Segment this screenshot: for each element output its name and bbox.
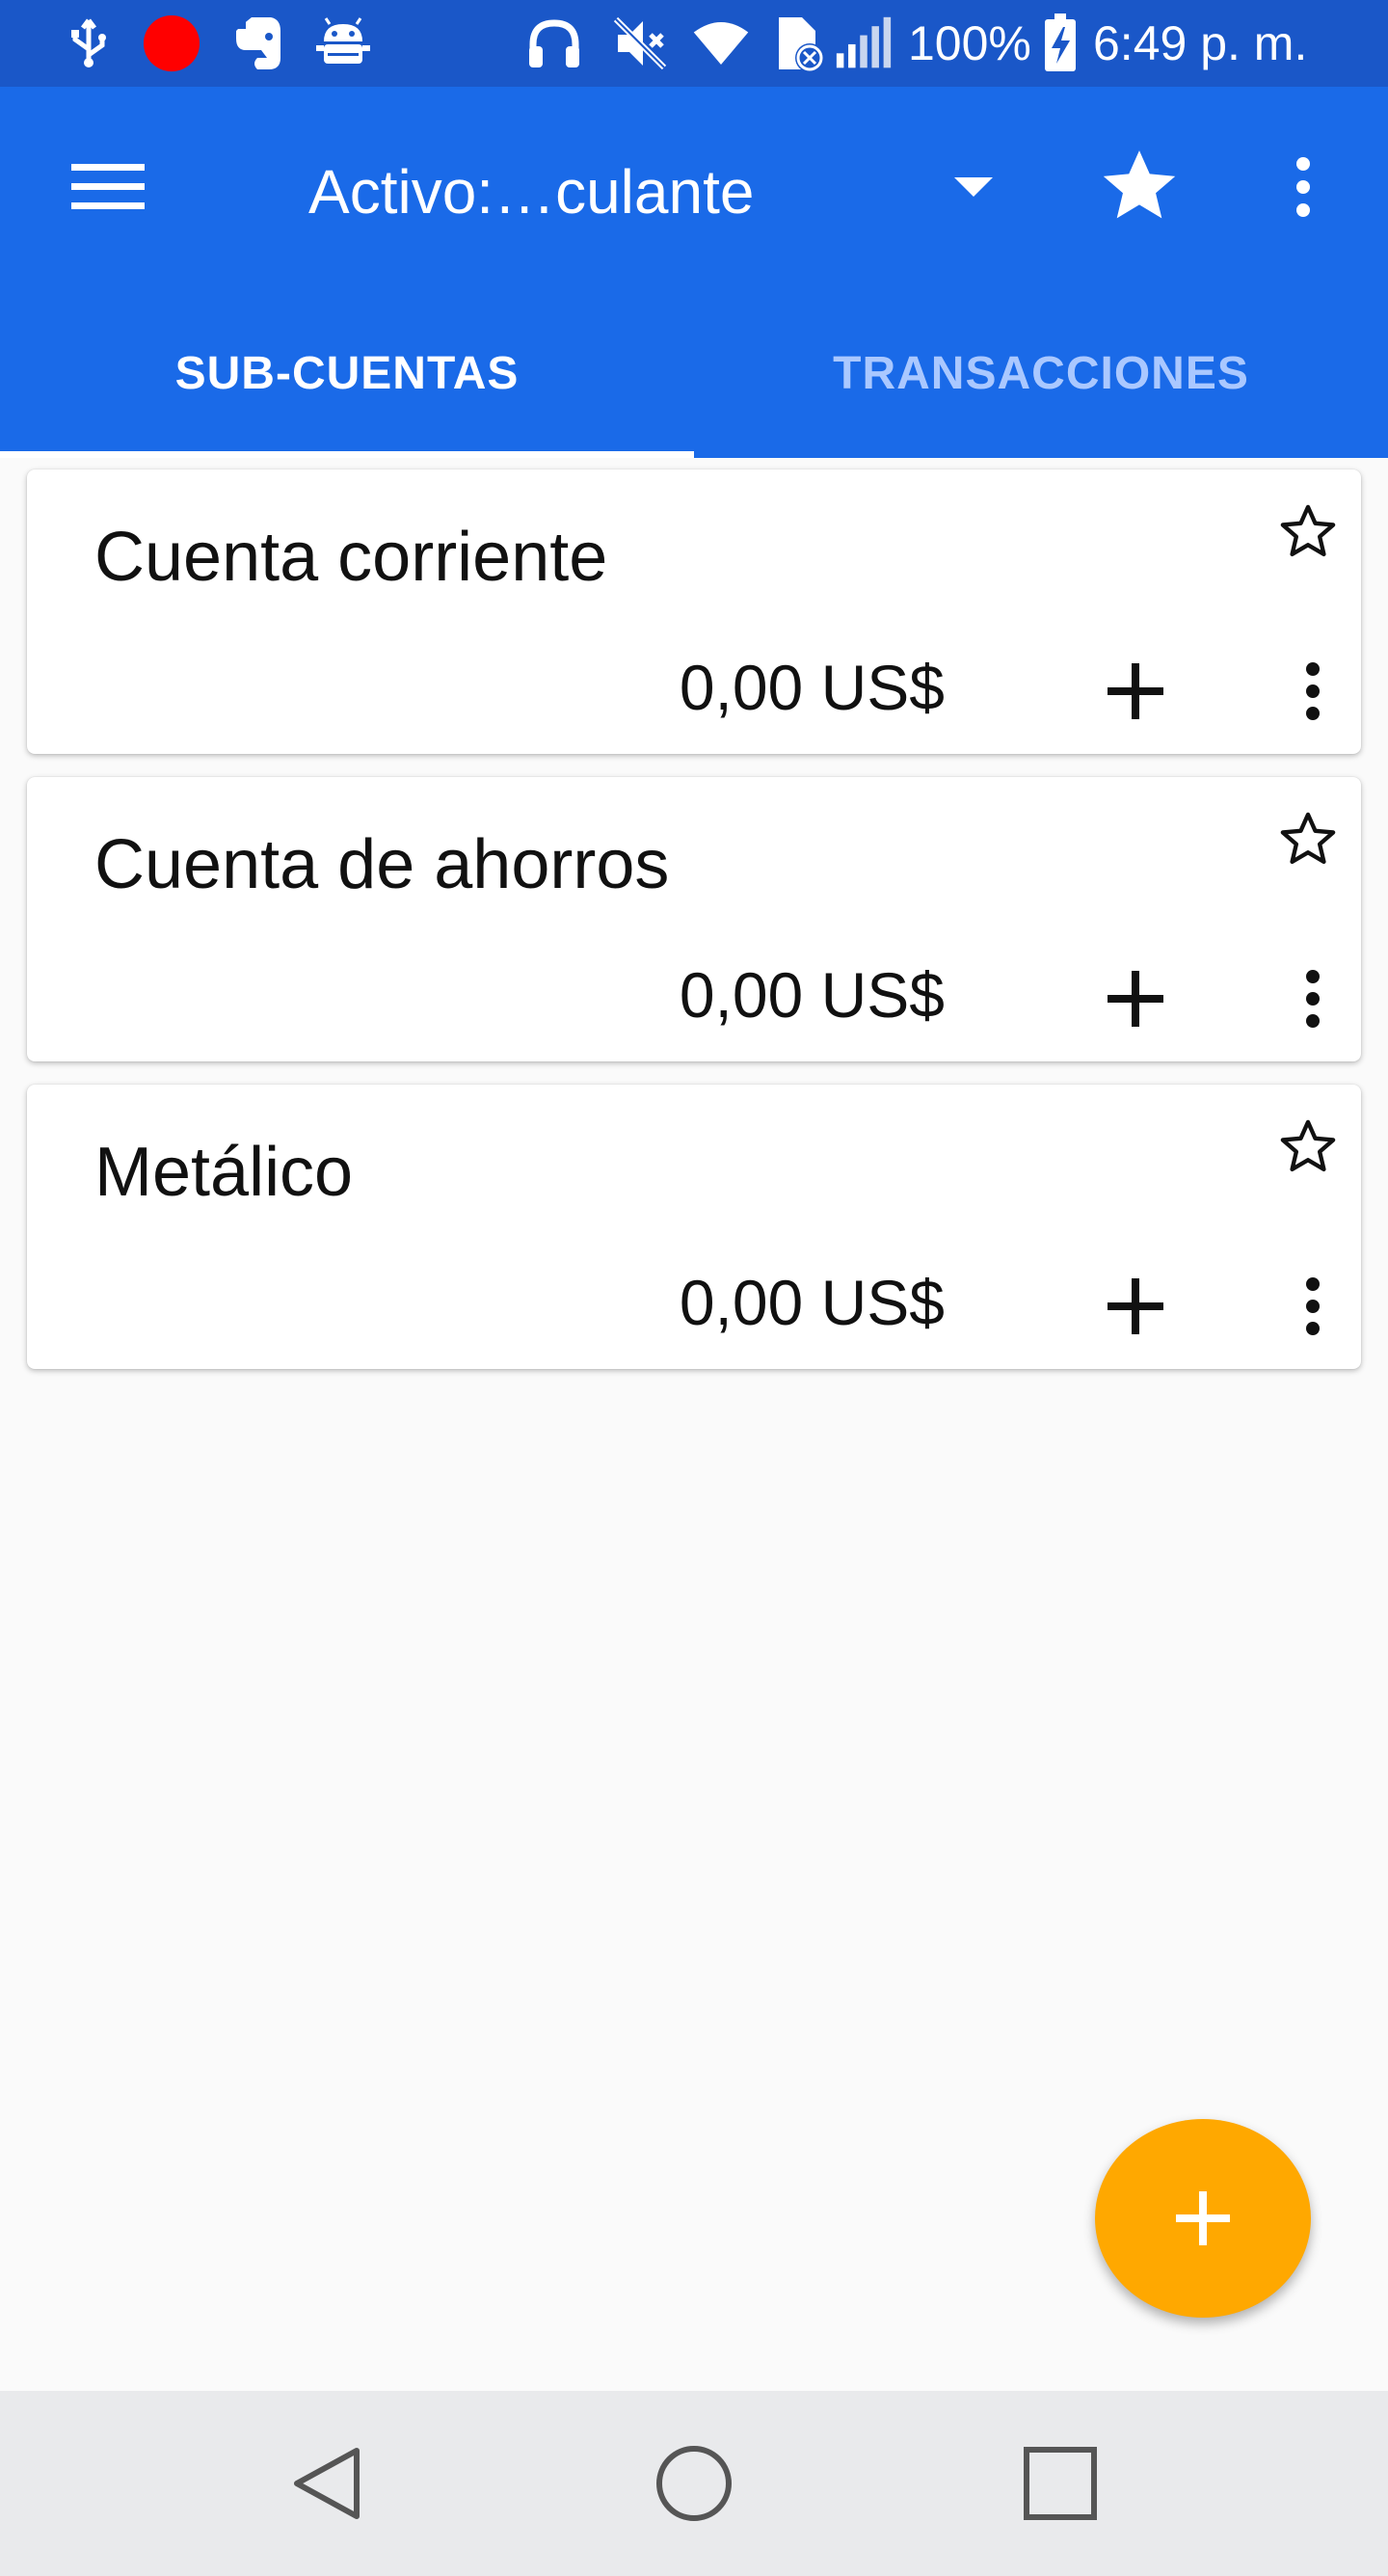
record-icon xyxy=(143,14,200,72)
recents-icon[interactable] xyxy=(1002,2426,1118,2541)
battery-percent: 100% xyxy=(908,16,1031,70)
system-nav-bar xyxy=(0,2391,1388,2576)
add-account-fab[interactable] xyxy=(1095,2119,1311,2318)
headphones-icon xyxy=(525,14,583,72)
tab-transacciones[interactable]: TRANSACCIONES xyxy=(694,289,1388,458)
android-icon xyxy=(314,14,372,72)
more-vert-icon[interactable] xyxy=(1255,139,1351,235)
account-card[interactable]: Metálico 0,00 US$ xyxy=(27,1085,1361,1369)
back-icon[interactable] xyxy=(270,2426,386,2541)
home-icon[interactable] xyxy=(636,2426,752,2541)
star-outline-icon[interactable] xyxy=(1265,796,1351,883)
wifi-icon xyxy=(692,14,750,72)
signal-icon xyxy=(835,14,893,72)
add-transaction-icon[interactable] xyxy=(1087,643,1184,739)
account-card-balance: 0,00 US$ xyxy=(679,959,945,1031)
account-card-name: Metálico xyxy=(94,1134,354,1211)
battery-charging-icon xyxy=(1041,13,1080,72)
account-card-balance: 0,00 US$ xyxy=(679,1267,945,1338)
tab-label: TRANSACCIONES xyxy=(833,348,1249,399)
account-card-name: Cuenta de ahorros xyxy=(94,826,670,903)
account-name: Activo:…culante xyxy=(308,157,755,227)
more-vert-icon[interactable] xyxy=(1274,951,1351,1047)
status-time: 6:49 p. m. xyxy=(1093,16,1308,70)
tab-sub-cuentas[interactable]: SUB-CUENTAS xyxy=(0,289,694,458)
account-card[interactable]: Cuenta de ahorros 0,00 US$ xyxy=(27,777,1361,1061)
hamburger-menu-icon[interactable] xyxy=(60,139,156,235)
plus-icon xyxy=(1176,2191,1230,2245)
add-transaction-icon[interactable] xyxy=(1087,951,1184,1047)
dropdown-arrow-icon xyxy=(954,177,993,197)
account-card[interactable]: Cuenta corriente 0,00 US$ xyxy=(27,470,1361,754)
account-spinner[interactable]: Activo:…culante xyxy=(280,139,1012,245)
evernote-icon xyxy=(229,14,287,72)
usb-icon xyxy=(60,14,118,72)
status-bar: 100% 6:49 p. m. xyxy=(0,0,1388,87)
tab-bar: SUB-CUENTAS TRANSACCIONES xyxy=(0,289,1388,458)
more-vert-icon[interactable] xyxy=(1274,643,1351,739)
favorite-star-icon[interactable] xyxy=(1091,139,1188,235)
tab-label: SUB-CUENTAS xyxy=(174,348,520,399)
more-vert-icon[interactable] xyxy=(1274,1258,1351,1355)
account-card-name: Cuenta corriente xyxy=(94,519,608,596)
tab-indicator xyxy=(0,451,694,458)
account-card-balance: 0,00 US$ xyxy=(679,652,945,723)
star-outline-icon[interactable] xyxy=(1265,1104,1351,1191)
star-outline-icon[interactable] xyxy=(1265,489,1351,576)
app-bar: Activo:…culante SUB-CUENTAS TRANSACCIONE… xyxy=(0,87,1388,458)
add-transaction-icon[interactable] xyxy=(1087,1258,1184,1355)
sim-blocked-icon xyxy=(771,14,829,72)
mute-icon xyxy=(611,14,669,72)
